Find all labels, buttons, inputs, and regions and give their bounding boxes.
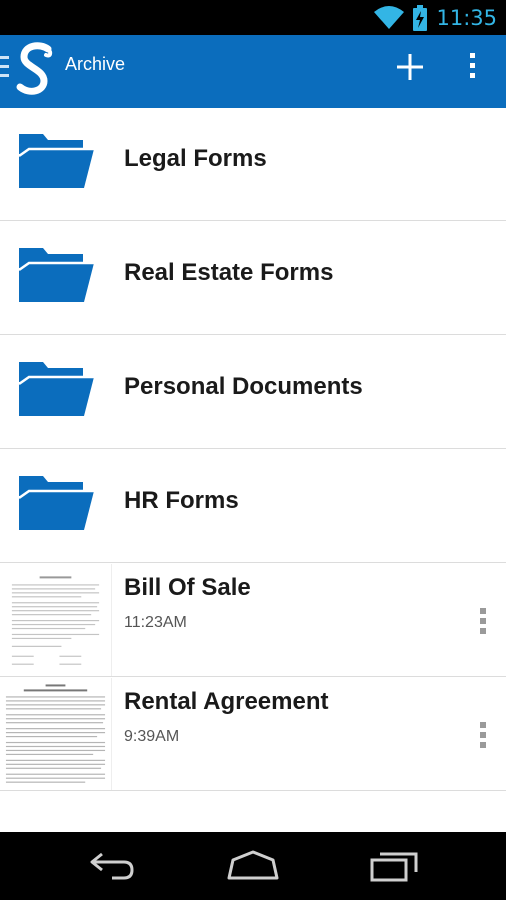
status-icons: 11:35	[374, 0, 497, 35]
document-overflow-menu-icon[interactable]	[478, 722, 488, 748]
document-title: Rental Agreement	[124, 688, 329, 715]
overflow-menu-icon	[470, 53, 475, 78]
status-bar: 11:35	[0, 0, 506, 35]
document-title: Bill Of Sale	[124, 574, 251, 601]
document-row-bill-of-sale[interactable]: Bill Of Sale 11:23AM	[0, 564, 506, 677]
drawer-indicator-icon[interactable]	[0, 56, 9, 86]
folder-row-real-estate-forms[interactable]: Real Estate Forms	[0, 222, 506, 335]
archive-list: Legal Forms Real Estate Forms Personal D…	[0, 108, 506, 832]
folder-icon	[18, 362, 94, 416]
home-button[interactable]	[223, 846, 283, 886]
folder-icon	[18, 248, 94, 302]
recent-apps-button[interactable]	[364, 846, 424, 886]
document-overflow-menu-icon[interactable]	[478, 608, 488, 634]
document-thumbnail	[0, 678, 112, 790]
folder-name: Personal Documents	[124, 373, 363, 400]
wifi-icon	[374, 5, 405, 29]
document-time: 11:23AM	[124, 614, 187, 631]
back-button[interactable]	[82, 846, 142, 886]
overflow-menu-button[interactable]	[460, 49, 484, 85]
folder-row-hr-forms[interactable]: HR Forms	[0, 450, 506, 563]
folder-name: HR Forms	[124, 487, 239, 514]
app-logo-icon[interactable]	[14, 41, 58, 99]
plus-icon	[397, 54, 423, 80]
status-clock: 11:35	[436, 5, 497, 30]
folder-row-personal-documents[interactable]: Personal Documents	[0, 336, 506, 449]
home-icon	[227, 850, 279, 880]
navigation-bar	[0, 832, 506, 900]
folder-row-legal-forms[interactable]: Legal Forms	[0, 108, 506, 221]
document-thumbnail	[0, 564, 112, 676]
add-button[interactable]	[392, 49, 428, 85]
recent-apps-icon	[370, 852, 418, 882]
folder-name: Real Estate Forms	[124, 259, 334, 286]
folder-name: Legal Forms	[124, 145, 267, 172]
battery-charging-icon	[413, 4, 428, 31]
folder-icon	[18, 476, 94, 530]
back-icon	[90, 852, 134, 880]
document-time: 9:39AM	[124, 728, 180, 745]
folder-icon	[18, 134, 94, 188]
action-bar: Archive	[0, 35, 506, 108]
document-row-rental-agreement[interactable]: Rental Agreement 9:39AM	[0, 678, 506, 791]
app-title: Archive	[65, 54, 126, 74]
